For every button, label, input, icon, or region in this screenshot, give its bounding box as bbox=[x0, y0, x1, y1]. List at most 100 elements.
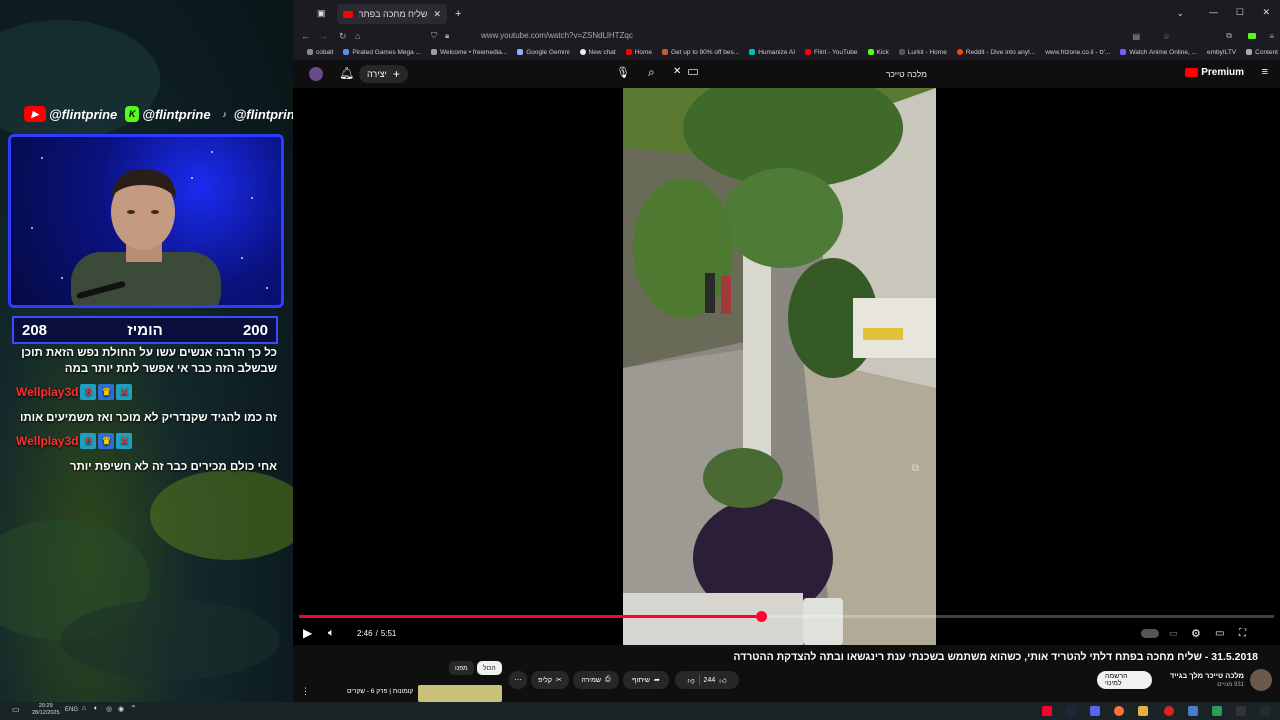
play-button[interactable]: ▶ bbox=[303, 626, 312, 640]
volume-icon[interactable]: 🔈︎ bbox=[94, 705, 98, 713]
up-next-thumbnail[interactable] bbox=[418, 685, 502, 702]
bookmark-star-icon[interactable]: ☆ bbox=[1163, 32, 1170, 41]
discord-tray-icon[interactable]: ◉ bbox=[118, 705, 124, 713]
crown-icon: ♛ bbox=[98, 433, 115, 449]
app-terminal-icon[interactable] bbox=[1236, 706, 1246, 716]
reload-icon[interactable]: ↻ bbox=[339, 31, 347, 42]
kick-icon bbox=[867, 49, 874, 55]
more-vert-icon[interactable]: ⋮ bbox=[301, 686, 310, 697]
theater-mode-icon[interactable]: ▭ bbox=[1215, 628, 1224, 639]
channel-avatar[interactable] bbox=[1250, 669, 1272, 691]
social-handle: @flintprine bbox=[49, 106, 118, 122]
subtitles-icon[interactable]: ▭ bbox=[1169, 628, 1178, 639]
chip-related[interactable]: מפנו bbox=[449, 661, 474, 675]
menu-icon[interactable]: ≡ bbox=[1269, 32, 1274, 41]
wifi-icon[interactable]: ◎ bbox=[106, 705, 112, 713]
navigation-bar: ← → ↻ ⌂ ⛉ 🔒︎ www.youtube.com/watch?v=ZSN… bbox=[293, 28, 1280, 44]
chip-all[interactable]: הכול bbox=[477, 661, 502, 675]
minimize-button[interactable]: — bbox=[1209, 7, 1218, 17]
app-icon[interactable] bbox=[1188, 706, 1198, 716]
forward-icon[interactable]: → bbox=[319, 31, 328, 41]
windows-start-icon[interactable] bbox=[1260, 706, 1270, 716]
chevron-up-icon[interactable]: ⌃ bbox=[130, 704, 137, 713]
like-dislike-group: 👎︎ 244 👍︎ bbox=[675, 671, 739, 689]
score-left: 208 bbox=[22, 321, 48, 339]
subscribe-button[interactable]: הרשמה למינוי bbox=[1097, 671, 1152, 689]
language-indicator[interactable]: ENG bbox=[65, 707, 78, 713]
bookmark-label: embyILTV bbox=[1207, 48, 1237, 56]
dislike-icon[interactable]: 👎︎ bbox=[687, 676, 694, 685]
home-icon[interactable]: ⌂ bbox=[355, 31, 360, 41]
bookmark-item[interactable]: Kick bbox=[867, 49, 889, 56]
close-icon[interactable]: ✕ bbox=[433, 9, 441, 20]
app-steam-icon[interactable] bbox=[1066, 706, 1076, 716]
up-next-title[interactable]: קומונות | פרק 6 - שקרים bbox=[347, 688, 413, 695]
new-tab-button[interactable]: + bbox=[455, 8, 461, 20]
autoplay-toggle[interactable] bbox=[1141, 628, 1159, 638]
social-handles: ▶ @flintprine K @flintprine ♪ @flintprin… bbox=[24, 106, 293, 122]
like-icon[interactable]: 👍︎ bbox=[719, 676, 726, 685]
maximize-button[interactable]: ☐ bbox=[1236, 7, 1244, 18]
bookmark-label: Home bbox=[634, 48, 652, 56]
app-discord-icon[interactable] bbox=[1090, 706, 1100, 716]
app-explorer-icon[interactable] bbox=[1138, 706, 1148, 716]
extensions-icon[interactable]: ⧉ bbox=[1226, 31, 1232, 41]
progress-bar[interactable] bbox=[299, 611, 1274, 622]
channel-name[interactable]: מלכה טייכר מלך בגייד bbox=[1170, 671, 1244, 680]
bookmark-item[interactable]: Welcome • freemedia... bbox=[431, 49, 507, 56]
chevron-down-icon[interactable]: ⌄ bbox=[1176, 8, 1184, 19]
search-icon[interactable]: ⌕ bbox=[648, 65, 655, 80]
bookmark-item[interactable]: cobalt bbox=[307, 49, 333, 56]
app-icon[interactable] bbox=[1212, 706, 1222, 716]
pip-icon[interactable]: ⧉ bbox=[912, 463, 919, 474]
network-icon[interactable]: ⌂ bbox=[82, 705, 86, 712]
chat-icon bbox=[579, 49, 586, 55]
bookmark-item[interactable]: Pirated Games Mega ... bbox=[343, 49, 421, 56]
bookmark-folder[interactable]: Content bbox=[1246, 49, 1278, 56]
share-button[interactable]: שיתוף ➦ bbox=[623, 671, 669, 689]
bookmark-item[interactable]: Humanize AI bbox=[749, 49, 795, 56]
app-firefox-icon[interactable] bbox=[1114, 706, 1124, 716]
time-separator: / bbox=[375, 628, 378, 638]
app-chrome-icon[interactable] bbox=[1164, 706, 1174, 716]
shield-icon[interactable]: ⛉ bbox=[431, 31, 437, 41]
clock[interactable]: 20:29 28/12/2025 bbox=[32, 703, 60, 717]
create-button[interactable]: יצירה + bbox=[359, 65, 408, 83]
subscriber-count: 931 מנויים bbox=[1217, 682, 1244, 688]
reader-icon[interactable]: ▤ bbox=[1132, 32, 1140, 41]
bookmark-item[interactable]: New chat bbox=[579, 49, 616, 56]
microphone-icon[interactable]: 🎙︎ bbox=[616, 66, 630, 79]
bookmark-item[interactable]: Watch Anime Online, ... bbox=[1120, 49, 1197, 56]
bookmark-item[interactable]: Flint - YouTube bbox=[805, 49, 858, 56]
more-actions-button[interactable]: ⋯ bbox=[509, 671, 527, 689]
back-icon[interactable]: ← bbox=[301, 31, 310, 41]
save-button[interactable]: שמירה ⎙ bbox=[573, 671, 619, 689]
fullscreen-icon[interactable]: ⛶ bbox=[1239, 628, 1246, 639]
tab-list-icon[interactable]: ▣ bbox=[317, 8, 326, 19]
bookmark-item[interactable]: Lurkit - Home bbox=[898, 49, 947, 56]
url-input[interactable]: www.youtube.com/watch?v=ZSNdLlHTZqc bbox=[481, 31, 633, 40]
tab-youtube[interactable]: שליח מחכה בפתח - 31.5.2018 ✕ bbox=[337, 4, 447, 24]
bookmark-item[interactable]: Reddit - Dive into anyt... bbox=[956, 49, 1035, 56]
bookmark-item[interactable]: Get up to 90% off bes... bbox=[662, 49, 739, 56]
video-player[interactable]: ⧉ ▶ 🔈︎ 2:46 / 5:51 ▭ ⚙ ▭ ⛶ bbox=[293, 88, 1280, 645]
bell-icon[interactable]: 🔔︎ bbox=[339, 66, 354, 80]
like-count[interactable]: 244 bbox=[704, 677, 716, 684]
youtube-premium-logo[interactable]: Premium bbox=[1185, 67, 1244, 78]
window-close-button[interactable]: ✕ bbox=[1262, 7, 1270, 18]
clip-button[interactable]: קליפ ✂ bbox=[531, 671, 569, 689]
menu-icon[interactable]: ≡ bbox=[1262, 66, 1268, 78]
bookmark-label: Watch Anime Online, ... bbox=[1129, 48, 1198, 56]
volume-icon[interactable]: 🔈︎ bbox=[328, 627, 335, 640]
notification-icon[interactable]: ▭ bbox=[12, 705, 20, 714]
streamer-webcam bbox=[71, 168, 221, 305]
bookmark-item[interactable]: Home bbox=[625, 48, 652, 56]
search-input[interactable]: מלכה טייכר bbox=[673, 65, 933, 83]
avatar[interactable] bbox=[309, 67, 323, 81]
settings-gear-icon[interactable]: ⚙ bbox=[1191, 627, 1201, 640]
bookmark-item[interactable]: embyILTV bbox=[1207, 49, 1236, 56]
extension-icon[interactable] bbox=[1248, 33, 1256, 39]
app-youtube-icon[interactable] bbox=[1042, 706, 1052, 716]
bookmark-item[interactable]: www.htzone.co.il - ס'... bbox=[1045, 49, 1110, 56]
bookmark-item[interactable]: Google Gemini bbox=[517, 49, 570, 56]
